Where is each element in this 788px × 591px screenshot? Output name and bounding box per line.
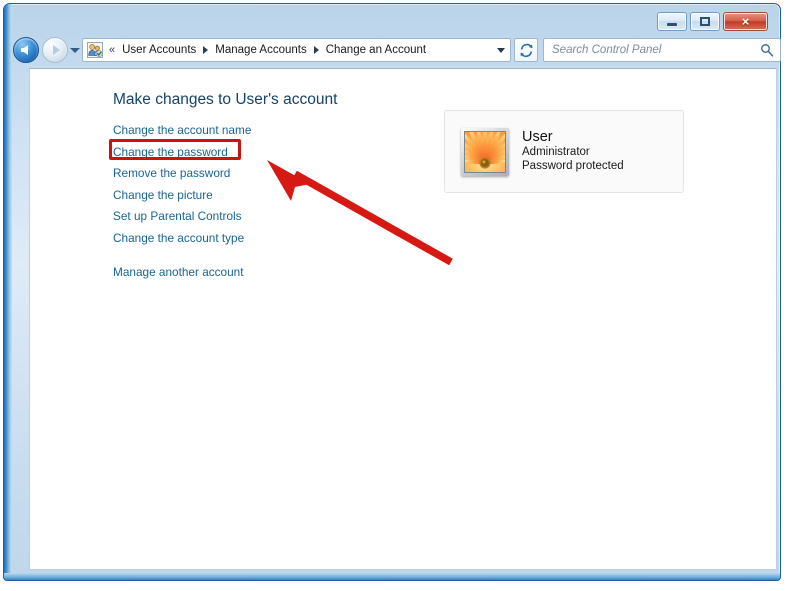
breadcrumb-item-manage-accounts[interactable]: Manage Accounts [212, 42, 309, 58]
title-bar: × [4, 4, 780, 34]
link-change-the-picture[interactable]: Change the picture [113, 185, 213, 207]
desktop-background: × « User Accounts Manage Accounts Change… [0, 0, 788, 591]
arrow-left-icon [21, 45, 28, 55]
maximize-button[interactable] [690, 12, 720, 31]
breadcrumb-separator-icon[interactable] [203, 46, 209, 54]
link-remove-the-password[interactable]: Remove the password [113, 163, 230, 185]
user-account-card[interactable]: User Administrator Password protected [444, 110, 684, 193]
user-name: User [522, 129, 553, 146]
breadcrumb-overflow-chevron[interactable]: « [105, 44, 119, 56]
breadcrumb-item-user-accounts[interactable]: User Accounts [119, 42, 199, 58]
breadcrumb: « User Accounts Manage Accounts Change a… [83, 39, 492, 61]
minimize-button[interactable] [657, 12, 687, 31]
breadcrumb-separator-icon[interactable] [313, 46, 319, 54]
close-button[interactable]: × [723, 12, 768, 31]
user-role: Administrator [522, 146, 590, 159]
user-info: User Administrator Password protected [522, 129, 624, 173]
window-bottom-glass-edge [4, 573, 780, 580]
breadcrumb-item-change-an-account[interactable]: Change an Account [323, 42, 429, 58]
back-button[interactable] [13, 37, 39, 63]
close-icon: × [741, 14, 750, 29]
navigation-bar: « User Accounts Manage Accounts Change a… [4, 32, 781, 68]
link-change-the-account-name[interactable]: Change the account name [113, 120, 251, 142]
user-accounts-icon [87, 42, 103, 58]
maximize-icon [700, 17, 710, 26]
address-dropdown-button[interactable] [492, 39, 510, 61]
chevron-down-icon [497, 47, 505, 53]
search-box[interactable] [543, 38, 781, 62]
refresh-button[interactable] [514, 38, 538, 62]
address-bar[interactable]: « User Accounts Manage Accounts Change a… [82, 38, 511, 62]
control-panel-window: × « User Accounts Manage Accounts Change… [3, 3, 781, 581]
link-change-the-account-type[interactable]: Change the account type [113, 228, 244, 250]
search-icon[interactable] [760, 43, 774, 57]
task-link-list: Change the account name Change the passw… [113, 120, 413, 284]
forward-button[interactable] [42, 37, 68, 63]
arrow-right-icon [53, 45, 60, 55]
window-controls: × [657, 12, 768, 31]
link-change-the-password[interactable]: Change the password [113, 142, 228, 164]
user-password-status: Password protected [522, 160, 624, 173]
gerbera-flower-avatar-icon [464, 130, 506, 173]
page-title: Make changes to User's account [113, 91, 338, 108]
minimize-icon [667, 23, 677, 26]
avatar [461, 127, 509, 176]
link-manage-another-account[interactable]: Manage another account [113, 262, 244, 284]
refresh-icon [520, 43, 532, 57]
window-left-glass-edge [4, 4, 12, 580]
recent-pages-dropdown[interactable] [70, 48, 80, 53]
search-input[interactable] [550, 43, 760, 57]
content-pane: Make changes to User's account Change th… [29, 68, 777, 570]
link-set-up-parental-controls[interactable]: Set up Parental Controls [113, 206, 242, 228]
